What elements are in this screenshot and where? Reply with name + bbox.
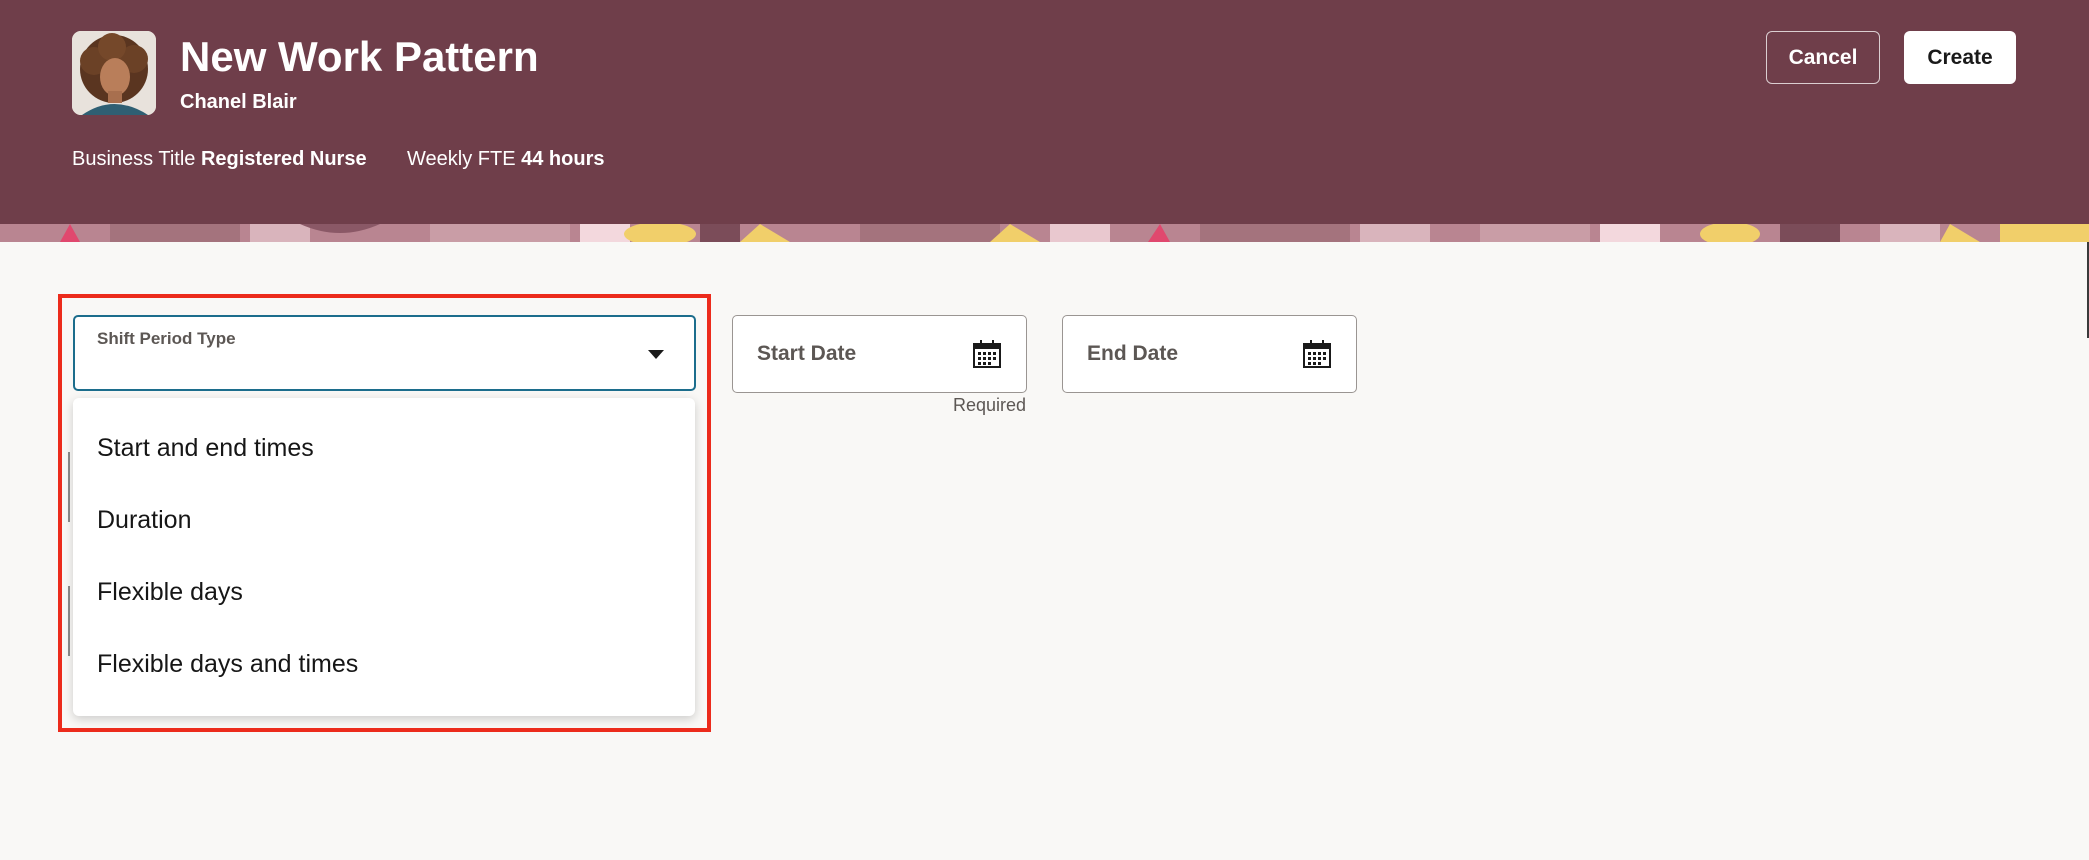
highlight-box [58, 294, 711, 732]
business-title: Business Title Registered Nurse [72, 145, 367, 173]
end-date-field[interactable]: End Date [1062, 315, 1357, 393]
create-button[interactable]: Create [1904, 31, 2016, 84]
page-title: New Work Pattern [180, 33, 539, 80]
weekly-fte: Weekly FTE 44 hours [407, 145, 604, 173]
person-name: Chanel Blair [180, 91, 297, 113]
start-date-required-hint: Required [953, 395, 1027, 415]
calendar-icon[interactable] [1302, 339, 1332, 369]
business-title-label: Business Title [72, 148, 196, 170]
page-header: New Work Pattern Chanel Blair Business T… [0, 0, 2089, 224]
start-date-placeholder: Start Date [757, 342, 857, 365]
start-date-field[interactable]: Start Date [732, 315, 1027, 393]
weekly-fte-value: 44 hours [521, 148, 605, 170]
weekly-fte-label: Weekly FTE [407, 148, 516, 170]
end-date-placeholder: End Date [1087, 342, 1179, 365]
banner-pattern [0, 224, 2089, 242]
calendar-icon[interactable] [972, 339, 1002, 369]
decorative-banner [0, 224, 2089, 242]
business-title-value: Registered Nurse [200, 148, 367, 170]
avatar-image [72, 31, 156, 115]
avatar [72, 31, 156, 115]
cancel-button[interactable]: Cancel [1766, 31, 1880, 84]
